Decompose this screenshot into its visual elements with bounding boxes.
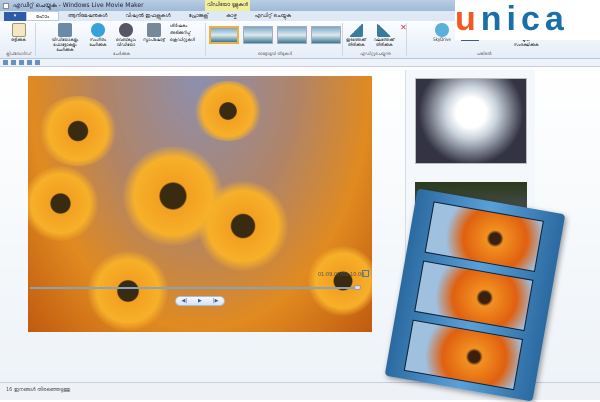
window-title: എഡിറ്റ് ചെയ്യുക - Windows Live Movie Mak… [13, 1, 144, 9]
remove-icon[interactable]: ✕ [400, 23, 407, 32]
skydrive-button[interactable]: SkyDrive [430, 23, 454, 42]
tab-project[interactable]: പ്രോജക്റ്റ് [179, 11, 217, 21]
paste-button[interactable]: ഒട്ടിക്കുക [7, 23, 31, 42]
add-music-label: സംഗീതം ചേർക്കുക [89, 37, 107, 47]
app-icon [3, 2, 9, 9]
playback-time: 01:09.07/01:10.00 [318, 272, 365, 278]
theme-thumbnail[interactable] [209, 26, 239, 44]
skydrive-label: SkyDrive [433, 37, 451, 42]
storyboard-clip[interactable] [415, 78, 527, 164]
title-button[interactable]: ശീർഷകം [170, 23, 195, 28]
paste-label: ഒട്ടിക്കുക [11, 37, 26, 42]
file-menu-button[interactable]: ▾ [4, 11, 26, 21]
play-button[interactable]: ▶ [198, 298, 202, 304]
quick-access-toolbar [0, 59, 600, 67]
undo-icon[interactable] [11, 60, 16, 65]
flower-image [198, 181, 288, 271]
rotate-right-icon [377, 23, 392, 37]
rotate-left-icon [349, 23, 364, 37]
add-group-label: ചേർക്കുക [112, 51, 131, 56]
rotate-left-label: ഇടത്തേക്ക് തിരിക്കുക [346, 37, 367, 47]
music-icon [90, 23, 105, 37]
flower-image [308, 246, 372, 316]
flower-image [193, 81, 263, 141]
add-videos-label: വീഡിയോകളും ഫോട്ടോകളും ചേർക്കുക [51, 37, 79, 52]
next-frame-button[interactable]: |▶ [213, 298, 219, 304]
add-videos-photos-button[interactable]: വീഡിയോകളും ഫോട്ടോകളും ചേർക്കുക [48, 23, 82, 52]
flower-image [88, 251, 168, 331]
video-preview[interactable] [28, 76, 372, 332]
tab-edit[interactable]: എഡിറ്റ് ചെയ്യുക [246, 11, 300, 21]
redo-icon[interactable] [19, 60, 24, 65]
rotate-left-button[interactable]: ഇടത്തേക്ക് തിരിക്കുക [344, 23, 368, 47]
context-tab-label: വീഡിയോ ടൂളുകൾ [205, 0, 250, 11]
tab-home[interactable]: ഹോം [26, 11, 60, 21]
share-group-label: പങ്കിടൽ [476, 51, 492, 56]
themes-group: ഓട്ടോമൂവി തീമുകൾ [208, 23, 343, 56]
theme-thumbnail[interactable] [277, 26, 307, 44]
tab-animations[interactable]: ആനിമേഷനുകൾ [59, 11, 116, 21]
logo-u: u [455, 0, 481, 38]
rotate-right-button[interactable]: വലത്തേക്ക് തിരിക്കുക [372, 23, 396, 47]
theme-thumbnail[interactable] [243, 26, 273, 44]
film-frame [414, 260, 534, 332]
rotate-right-label: വലത്തേക്ക് തിരിക്കുക [373, 37, 395, 47]
status-text: 16 ഇനങ്ങൾ തിരഞ്ഞെടുത്തു [6, 387, 71, 393]
add-music-button[interactable]: സംഗീതം ചേർക്കുക [86, 23, 110, 47]
previous-frame-button[interactable]: ◀| [182, 298, 188, 304]
fullscreen-button[interactable] [362, 270, 369, 277]
film-frame [403, 319, 524, 391]
editing-group: ഇടത്തേക്ക് തിരിക്കുക വലത്തേക്ക് തിരിക്കു… [345, 23, 407, 56]
theme-thumbnail[interactable] [311, 26, 341, 44]
webcam-label: വെബ്ക്യാം വീഡിയോ [115, 37, 136, 47]
seek-bar[interactable] [30, 287, 360, 289]
logo-rest: nica [480, 0, 569, 38]
unica-logo: unica [455, 0, 600, 40]
add-group: വീഡിയോകളും ഫോട്ടോകളും ചേർക്കുക സംഗീതം ചേ… [38, 23, 206, 56]
film-frame [424, 201, 544, 273]
tab-view[interactable]: കാഴ്ച [217, 11, 246, 21]
clipboard-group: ഒട്ടിക്കുക ക്ലിപ്ബോർഡ് [2, 23, 36, 56]
save-icon[interactable] [3, 60, 8, 65]
music-icon[interactable] [35, 60, 40, 65]
seek-thumb[interactable] [353, 285, 361, 290]
snapshot-label: സ്നാപ്ഷോട്ട് [143, 37, 165, 42]
credits-button[interactable]: ക്രെഡിറ്റുകൾ [170, 37, 195, 42]
flower-image [28, 166, 98, 241]
tab-visual-effects[interactable]: വിഷ്വൽ ഇഫക്റ്റുകൾ [116, 11, 179, 21]
editing-group-label: എഡിറ്റുചെയ്യുന്നു [360, 51, 391, 56]
add-icon[interactable] [27, 60, 32, 65]
webcam-icon [118, 23, 133, 37]
paste-icon [11, 23, 26, 37]
snapshot-button[interactable]: സ്നാപ്ഷോട്ട് [142, 23, 166, 42]
playback-controls: ◀| ▶ |▶ [175, 296, 225, 306]
caption-button[interactable]: അടിക്കുറിപ്പ് [170, 30, 195, 35]
clipboard-group-label: ക്ലിപ്ബോർഡ് [5, 51, 32, 56]
themes-group-label: ഓട്ടോമൂവി തീമുകൾ [257, 51, 293, 56]
film-icon [57, 23, 72, 37]
webcam-button[interactable]: വെബ്ക്യാം വീഡിയോ [114, 23, 138, 47]
flower-image [38, 96, 118, 166]
skydrive-icon [435, 23, 449, 37]
snapshot-icon [146, 23, 161, 37]
